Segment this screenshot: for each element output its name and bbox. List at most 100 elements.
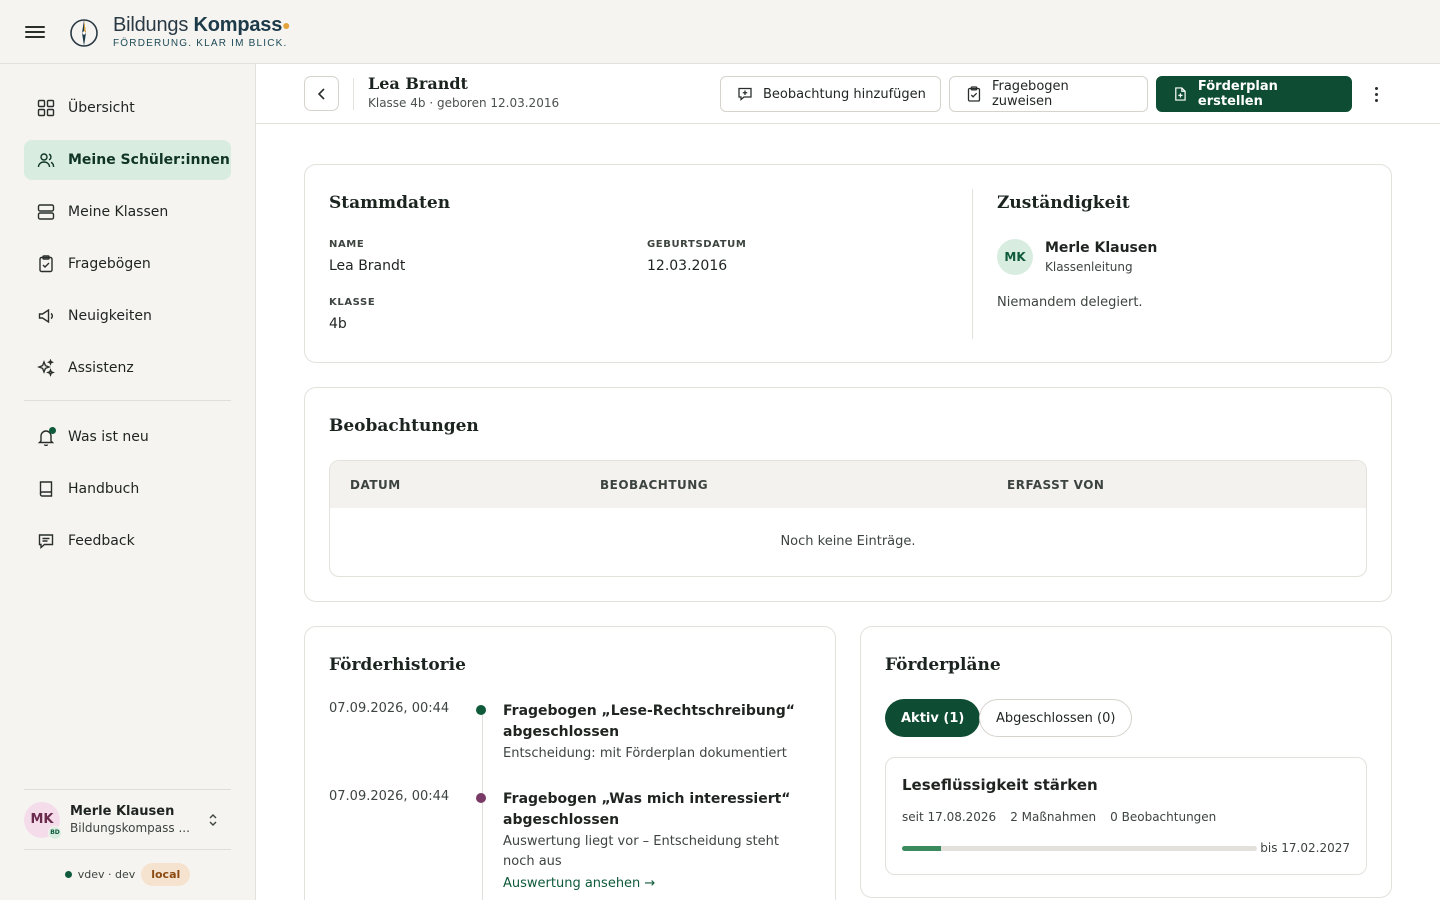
file-plus-icon (1175, 87, 1186, 101)
book-icon (39, 481, 53, 497)
tab-active-plans[interactable]: Aktiv (1) (885, 699, 981, 737)
column-header-recorded-by[interactable]: ERFASST VON (1007, 478, 1104, 492)
sidebar-item-frageboegen[interactable]: Fragebögen (24, 244, 231, 284)
stammdaten-title: Stammdaten (329, 193, 451, 213)
column-header-date[interactable]: DATUM (350, 478, 401, 492)
timeline-dot (476, 705, 486, 715)
sidebar-item-was-ist-neu[interactable]: Was ist neu (24, 417, 231, 457)
compass-logo-icon (70, 18, 98, 47)
main-content: Stammdaten NAME Lea Brandt GEBURTSDATUM … (256, 124, 1440, 900)
env-badge: local (141, 862, 191, 886)
sidebar-item-label: Feedback (68, 533, 135, 549)
plan-measures: 2 Maßnahmen (1010, 810, 1097, 824)
observations-table: DATUM BEOBACHTUNG ERFASST VON Noch keine… (329, 460, 1367, 577)
history-card: Förderhistorie 07.09.2026, 00:44 Fragebo… (304, 626, 836, 900)
plan-progress-fill (902, 846, 942, 851)
sidebar-item-neuigkeiten[interactable]: Neuigkeiten (24, 296, 231, 336)
sidebar-item-handbuch[interactable]: Handbuch (24, 469, 231, 509)
create-plan-button[interactable]: Förderplan erstellen (1156, 76, 1352, 112)
sidebar-item-assistenz[interactable]: Assistenz (24, 348, 231, 388)
avatar: MK (997, 239, 1033, 275)
sidebar-item-label: Was ist neu (68, 429, 149, 445)
plans-card: Förderpläne Aktiv (1) Abgeschlossen (0) … (860, 626, 1392, 898)
message-icon (38, 534, 54, 550)
env-label: vdev · dev (77, 867, 136, 881)
brand-logo[interactable]: Bildungs Kompass● FÖRDERUNG. KLAR IM BLI… (68, 13, 291, 49)
chevron-updown-icon (209, 813, 217, 826)
org-badge: BD (48, 825, 62, 840)
plans-title: Förderpläne (885, 655, 1001, 675)
plan-since: seit 17.08.2026 (902, 810, 997, 824)
users-icon (37, 153, 55, 168)
sidebar-item-label: Neuigkeiten (68, 308, 152, 324)
sidebar-item-label: Meine Klassen (68, 204, 169, 220)
zustaendigkeit-title: Zuständigkeit (997, 193, 1130, 213)
brand-name: Bildungs Kompass● (113, 13, 291, 36)
clipboard-check-icon (39, 255, 53, 273)
user-org: Bildungskompass ... (70, 821, 190, 835)
assign-questionnaire-button[interactable]: Fragebogen zuweisen (949, 76, 1148, 112)
sidebar-item-feedback[interactable]: Feedback (24, 521, 231, 561)
top-bar: Bildungs Kompass● FÖRDERUNG. KLAR IM BLI… (0, 0, 1440, 64)
name-value: Lea Brandt (329, 258, 406, 274)
grid-icon (37, 99, 55, 117)
tab-closed-plans[interactable]: Abgeschlossen (0) (979, 699, 1133, 737)
timeline-line (482, 711, 483, 900)
page-header: Lea Brandt Klasse 4b · geboren 12.03.201… (256, 64, 1440, 124)
env-status-dot (64, 870, 72, 878)
megaphone-icon (38, 308, 53, 324)
environment-info: vdev · dev local (24, 850, 231, 898)
header-divider (353, 78, 354, 110)
more-options-icon[interactable] (1366, 82, 1386, 106)
timeline-detail: Auswertung liegt vor – Entscheidung steh… (503, 834, 779, 869)
card-divider (972, 189, 973, 339)
main-nav: Übersicht Meine Schüler:innen Meine Klas… (24, 88, 231, 573)
view-evaluation-link[interactable]: Auswertung ansehen → (503, 876, 655, 891)
timeline-title: Fragebogen „Was mich interessiert“ abges… (503, 791, 791, 828)
timeline-dot (476, 793, 486, 803)
user-name: Merle Klausen (70, 804, 175, 819)
plan-progress-bar (902, 846, 1257, 851)
avatar: MK BD (24, 801, 62, 840)
responsible-role: Klassenleitung (1045, 260, 1133, 274)
plan-card[interactable]: Leseflüssigkeit stärken seit 17.08.2026 … (885, 757, 1367, 875)
menu-icon[interactable] (25, 24, 45, 40)
sidebar-item-klassen[interactable]: Meine Klassen (24, 192, 231, 232)
clipboard-check-icon (967, 86, 981, 102)
message-plus-icon (738, 87, 752, 101)
brand-tagline: FÖRDERUNG. KLAR IM BLICK. (113, 37, 288, 49)
add-observation-label: Beobachtung hinzufügen (763, 86, 926, 102)
sidebar-item-label: Handbuch (68, 481, 140, 497)
sidebar-item-schueler[interactable]: Meine Schüler:innen (24, 140, 231, 180)
sidebar-item-uebersicht[interactable]: Übersicht (24, 88, 231, 128)
timeline-date: 07.09.2026, 00:44 (329, 701, 450, 716)
class-value: 4b (329, 316, 347, 332)
server-icon (37, 204, 55, 220)
birthdate-label: GEBURTSDATUM (647, 239, 747, 250)
sparkles-icon (37, 359, 55, 377)
page-title: Lea Brandt (368, 74, 468, 93)
add-observation-button[interactable]: Beobachtung hinzufügen (720, 76, 941, 112)
avatar-initials: MK (30, 812, 54, 827)
observations-title: Beobachtungen (329, 416, 479, 436)
history-title: Förderhistorie (329, 655, 466, 675)
delegation-status: Niemandem delegiert. (997, 295, 1143, 310)
plan-observations: 0 Beobachtungen (1110, 810, 1217, 824)
user-switcher[interactable]: MK BD Merle Klausen Bildungskompass ... (24, 790, 231, 850)
plan-end-date: bis 17.02.2027 (1260, 841, 1350, 855)
create-plan-label: Förderplan erstellen (1197, 79, 1278, 109)
sidebar-item-label: Meine Schüler:innen (68, 152, 230, 168)
name-label: NAME (329, 239, 365, 250)
column-header-observation[interactable]: BEOBACHTUNG (600, 478, 708, 492)
notification-dot (49, 427, 56, 434)
timeline-detail: Entscheidung: mit Förderplan dokumentier… (503, 746, 787, 761)
timeline-title: Fragebogen „Lese-Rechtschreibung“ abgesc… (503, 703, 795, 740)
sidebar-item-label: Übersicht (68, 100, 135, 116)
back-button[interactable] (304, 76, 339, 111)
empty-state: Noch keine Einträge. (780, 534, 916, 549)
class-label: KLASSE (329, 297, 376, 308)
responsible-name: Merle Klausen (1045, 240, 1158, 256)
observations-card: Beobachtungen DATUM BEOBACHTUNG ERFASST … (304, 387, 1392, 602)
chevron-left-icon (317, 87, 325, 100)
plan-title: Leseflüssigkeit stärken (902, 776, 1098, 794)
